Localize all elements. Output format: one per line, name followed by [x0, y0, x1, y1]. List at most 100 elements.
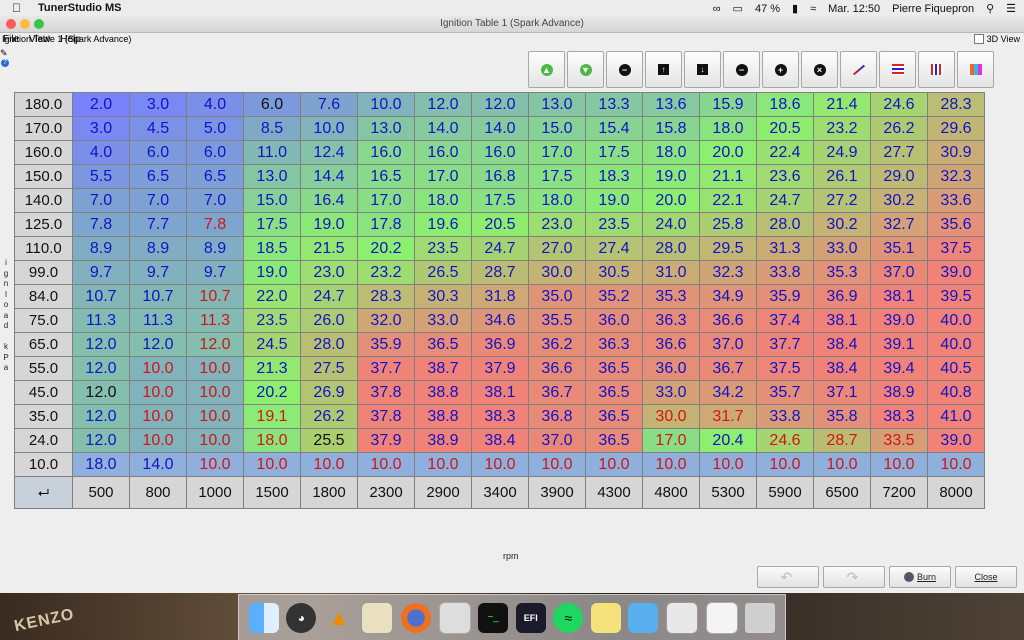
table-cell[interactable]: 37.9: [357, 428, 415, 453]
table-cell[interactable]: 10.0: [186, 356, 244, 381]
edit-icon[interactable]: ✎: [0, 48, 12, 59]
clock[interactable]: Mar. 12:50: [828, 3, 880, 15]
table-cell[interactable]: 28.7: [813, 428, 871, 453]
table-cell[interactable]: 34.9: [699, 284, 757, 309]
table-cell[interactable]: 12.0: [186, 332, 244, 357]
table-cell[interactable]: 16.0: [357, 140, 415, 165]
table-cell[interactable]: 3.0: [72, 116, 130, 141]
table-cell[interactable]: 13.0: [528, 92, 586, 117]
table-cell[interactable]: 29.5: [699, 236, 757, 261]
table-cell[interactable]: 10.0: [129, 380, 187, 405]
table-cell[interactable]: 35.1: [870, 236, 928, 261]
stickies-icon[interactable]: [590, 602, 621, 633]
table-cell[interactable]: 35.5: [528, 308, 586, 333]
table-cell[interactable]: 37.0: [528, 428, 586, 453]
table-cell[interactable]: 10.0: [186, 452, 244, 477]
y-bin-cell[interactable]: 45.0: [14, 380, 73, 405]
table-cell[interactable]: 22.1: [699, 188, 757, 213]
table-cell[interactable]: 11.3: [129, 308, 187, 333]
table-cell[interactable]: 10.0: [642, 452, 700, 477]
table-cell[interactable]: 10.7: [186, 284, 244, 309]
table-cell[interactable]: 2.0: [72, 92, 130, 117]
table-cell[interactable]: 12.0: [72, 404, 130, 429]
y-bin-cell[interactable]: 65.0: [14, 332, 73, 357]
table-cell[interactable]: 36.0: [585, 308, 643, 333]
table-cell[interactable]: 38.1: [813, 308, 871, 333]
table-cell[interactable]: 27.7: [870, 140, 928, 165]
table-cell[interactable]: 25.8: [699, 212, 757, 237]
y-bin-cell[interactable]: 140.0: [14, 188, 73, 213]
table-cell[interactable]: 5.5: [72, 164, 130, 189]
increment-icon[interactable]: +: [762, 51, 799, 88]
up-arrow-icon[interactable]: ↑: [645, 51, 682, 88]
table-cell[interactable]: 38.4: [813, 356, 871, 381]
table-cell[interactable]: 33.8: [756, 404, 814, 429]
help-icon[interactable]: ?: [1, 59, 9, 67]
table-cell[interactable]: 35.3: [642, 284, 700, 309]
table-cell[interactable]: 16.4: [300, 188, 358, 213]
table-cell[interactable]: 27.4: [585, 236, 643, 261]
table-cell[interactable]: 38.4: [813, 332, 871, 357]
table-cell[interactable]: 24.7: [471, 236, 529, 261]
table-cell[interactable]: 30.9: [927, 140, 985, 165]
table-cell[interactable]: 36.5: [585, 356, 643, 381]
table-cell[interactable]: 37.8: [357, 404, 415, 429]
terminal-icon[interactable]: ~_: [478, 602, 509, 633]
table-cell[interactable]: 19.0: [642, 164, 700, 189]
table-cell[interactable]: 23.6: [756, 164, 814, 189]
close-window-icon[interactable]: [6, 19, 16, 29]
minus-icon[interactable]: −: [606, 51, 643, 88]
table-cell[interactable]: 33.0: [414, 308, 472, 333]
table-cell[interactable]: 30.2: [813, 212, 871, 237]
table-cell[interactable]: 17.5: [585, 140, 643, 165]
table-cell[interactable]: 20.5: [471, 212, 529, 237]
table-cell[interactable]: 8.9: [72, 236, 130, 261]
table-cell[interactable]: 35.9: [357, 332, 415, 357]
table-cell[interactable]: 37.7: [756, 332, 814, 357]
color-scale-icon[interactable]: [957, 51, 994, 88]
table-cell[interactable]: 13.0: [357, 116, 415, 141]
table-cell[interactable]: 26.2: [300, 404, 358, 429]
table-cell[interactable]: 38.3: [870, 404, 928, 429]
table-cell[interactable]: 38.7: [414, 356, 472, 381]
table-cell[interactable]: 5.0: [186, 116, 244, 141]
table-cell[interactable]: 10.0: [186, 380, 244, 405]
x-bin-cell[interactable]: 1000: [186, 476, 244, 509]
arrow-up-green-icon[interactable]: ▲: [528, 51, 565, 88]
table-cell[interactable]: 34.6: [471, 308, 529, 333]
table-cell[interactable]: 14.0: [471, 116, 529, 141]
table-cell[interactable]: 12.4: [300, 140, 358, 165]
table-cell[interactable]: 10.0: [357, 452, 415, 477]
table-cell[interactable]: 12.0: [72, 332, 130, 357]
table-cell[interactable]: 11.3: [72, 308, 130, 333]
x-bin-cell[interactable]: 5300: [699, 476, 757, 509]
table-cell[interactable]: 31.7: [699, 404, 757, 429]
notification-center-icon[interactable]: ☰: [1006, 2, 1016, 15]
table-cell[interactable]: 10.0: [756, 452, 814, 477]
table-cell[interactable]: 27.5: [300, 356, 358, 381]
table-cell[interactable]: 18.5: [243, 236, 301, 261]
table-cell[interactable]: 24.6: [870, 92, 928, 117]
y-bin-cell[interactable]: 75.0: [14, 308, 73, 333]
preview-icon[interactable]: [361, 601, 394, 634]
table-cell[interactable]: 23.2: [813, 116, 871, 141]
table-cell[interactable]: 33.0: [642, 380, 700, 405]
table-cell[interactable]: 35.9: [756, 284, 814, 309]
x-bin-cell[interactable]: 8000: [927, 476, 985, 509]
table-cell[interactable]: 30.0: [642, 404, 700, 429]
table-cell[interactable]: 36.5: [585, 404, 643, 429]
table-cell[interactable]: 22.0: [243, 284, 301, 309]
table-cell[interactable]: 12.0: [72, 380, 130, 405]
table-cell[interactable]: 10.7: [129, 284, 187, 309]
table-cell[interactable]: 9.7: [129, 260, 187, 285]
table-cell[interactable]: 21.4: [813, 92, 871, 117]
table-cell[interactable]: 10.0: [528, 452, 586, 477]
table-cell[interactable]: 32.3: [699, 260, 757, 285]
table-cell[interactable]: 17.5: [528, 164, 586, 189]
table-cell[interactable]: 20.4: [699, 428, 757, 453]
table-cell[interactable]: 16.0: [471, 140, 529, 165]
burn-button[interactable]: Burn: [889, 566, 951, 588]
table-cell[interactable]: 23.2: [357, 260, 415, 285]
table-cell[interactable]: 4.5: [129, 116, 187, 141]
table-cell[interactable]: 36.6: [642, 332, 700, 357]
